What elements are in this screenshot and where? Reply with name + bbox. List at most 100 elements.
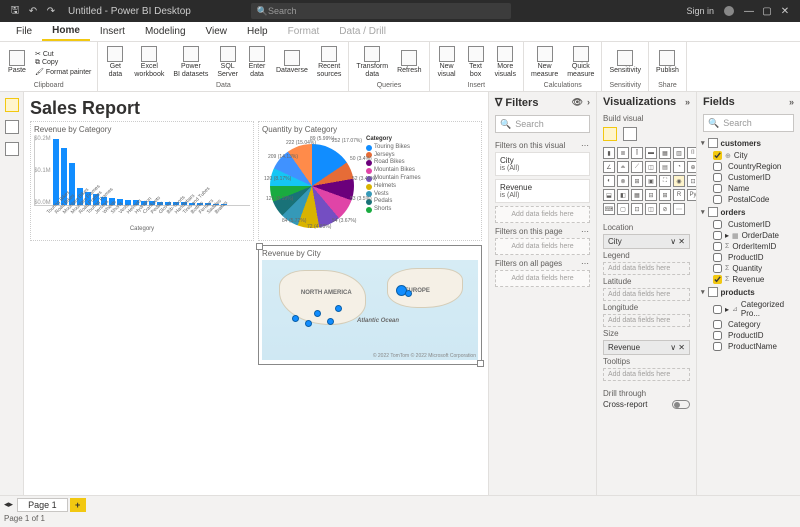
viz-type-29[interactable]: ▢ xyxy=(617,203,629,215)
menu-view[interactable]: View xyxy=(196,23,238,40)
bucket-longitude-empty[interactable]: Add data fields here xyxy=(603,314,690,327)
viz-type-22[interactable]: ◧ xyxy=(617,189,629,201)
format-painter-button[interactable]: 🖌 Format painter xyxy=(35,68,91,76)
viz-type-2[interactable]: ⫿ xyxy=(631,147,643,159)
filter-card-city[interactable]: Cityis (All) xyxy=(495,152,590,176)
close-icon[interactable]: ✕ xyxy=(776,2,794,20)
viz-type-3[interactable]: ▬ xyxy=(645,147,657,159)
data-view-icon[interactable] xyxy=(5,120,19,134)
viz-type-18[interactable]: ⛶ xyxy=(659,175,671,187)
viz-type-24[interactable]: ⊟ xyxy=(645,189,657,201)
visual-bar-revenue[interactable]: Revenue by Category $0.2M$0.1M$0.0M Tour… xyxy=(30,121,254,241)
legend-item[interactable]: Road Bikes xyxy=(366,159,421,167)
get-data-button[interactable]: Getdata xyxy=(102,44,128,80)
field-ProductName[interactable]: ProductName xyxy=(701,341,796,352)
legend-item[interactable]: Pedals xyxy=(366,198,421,206)
legend-item[interactable]: Shorts xyxy=(366,206,421,214)
table-customers[interactable]: customers xyxy=(701,136,796,150)
report-view-icon[interactable] xyxy=(5,98,19,112)
more-icon[interactable]: ⋯ xyxy=(581,141,590,150)
paste-button[interactable]: Paste xyxy=(4,48,30,77)
viz-type-9[interactable]: ⟋ xyxy=(631,161,643,173)
viz-type-25[interactable]: ⊞ xyxy=(659,189,671,201)
legend-item[interactable]: Helmets xyxy=(366,183,421,191)
cut-button[interactable]: ✂ Cut xyxy=(35,50,91,58)
viz-type-4[interactable]: ▦ xyxy=(659,147,671,159)
field-CountryRegion[interactable]: CountryRegion xyxy=(701,161,796,172)
publish-button[interactable]: Publish xyxy=(653,48,682,77)
sql-server-button[interactable]: SQLServer xyxy=(214,44,241,80)
field-Quantity[interactable]: Σ Quantity xyxy=(701,263,796,274)
bar[interactable] xyxy=(53,139,59,205)
menu-data-drill[interactable]: Data / Drill xyxy=(329,23,396,40)
excel-workbook-button[interactable]: Excelworkbook xyxy=(131,44,167,80)
viz-type-19[interactable]: ◉ xyxy=(673,175,685,187)
bucket-location[interactable]: City∨ ✕ xyxy=(603,234,690,249)
undo-icon[interactable]: ↶ xyxy=(24,2,42,20)
add-page-button[interactable]: + xyxy=(70,498,86,512)
field-CustomerID[interactable]: CustomerID xyxy=(701,172,796,183)
viz-type-14[interactable]: ◐ xyxy=(603,175,615,187)
minimize-icon[interactable]: — xyxy=(740,2,758,20)
new-measure-button[interactable]: Newmeasure xyxy=(528,44,561,80)
menu-insert[interactable]: Insert xyxy=(90,23,135,40)
report-canvas[interactable]: Sales Report Revenue by Category $0.2M$0… xyxy=(24,92,488,495)
recent-sources-button[interactable]: Recentsources xyxy=(314,44,345,80)
page-tab-1[interactable]: Page 1 xyxy=(17,498,68,512)
build-tab-icon[interactable] xyxy=(603,127,617,141)
filters-search[interactable]: 🔍 Search xyxy=(495,115,590,133)
table-products[interactable]: products xyxy=(701,285,796,299)
viz-type-31[interactable]: ◫ xyxy=(645,203,657,215)
transform-data-button[interactable]: Transformdata xyxy=(353,44,391,80)
avatar[interactable] xyxy=(724,6,734,16)
viz-type-32[interactable]: ⊘ xyxy=(659,203,671,215)
viz-type-6[interactable]: ⌷ xyxy=(687,147,696,159)
new-visual-button[interactable]: Newvisual xyxy=(434,44,460,80)
title-search[interactable]: 🔍 Search xyxy=(251,3,511,19)
bucket-latitude-empty[interactable]: Add data fields here xyxy=(603,288,690,301)
viz-type-10[interactable]: ◫ xyxy=(645,161,657,173)
bucket-legend-empty[interactable]: Add data fields here xyxy=(603,262,690,275)
field-PostalCode[interactable]: PostalCode xyxy=(701,194,796,205)
legend-item[interactable]: Touring Bikes xyxy=(366,144,421,152)
menu-format[interactable]: Format xyxy=(278,23,330,40)
redo-icon[interactable]: ↷ xyxy=(42,2,60,20)
viz-type-28[interactable]: ⌨ xyxy=(603,203,615,215)
field-CustomerID[interactable]: CustomerID xyxy=(701,219,796,230)
field-Category[interactable]: Category xyxy=(701,319,796,330)
viz-type-26[interactable]: R xyxy=(673,189,685,201)
eye-icon[interactable]: 👁 xyxy=(572,97,583,108)
text-box-button[interactable]: Textbox xyxy=(463,44,489,80)
viz-type-5[interactable]: ▥ xyxy=(673,147,685,159)
table-orders[interactable]: orders xyxy=(701,205,796,219)
maximize-icon[interactable]: ▢ xyxy=(758,2,776,20)
tab-nav-next[interactable]: ▸ xyxy=(9,499,14,510)
field-Categorized Pro...[interactable]: ▸ ⊿ Categorized Pro... xyxy=(701,299,796,319)
collapse-icon[interactable]: › xyxy=(587,97,590,108)
copy-button[interactable]: ⧉ Copy xyxy=(35,59,91,67)
field-City[interactable]: ⊕ City xyxy=(701,150,796,161)
signin-link[interactable]: Sign in xyxy=(686,6,714,16)
viz-type-15[interactable]: ⊗ xyxy=(617,175,629,187)
viz-type-12[interactable]: ◔ xyxy=(673,161,685,173)
enter-data-button[interactable]: Enterdata xyxy=(244,44,270,80)
model-view-icon[interactable] xyxy=(5,142,19,156)
refresh-button[interactable]: Refresh xyxy=(394,48,425,77)
viz-type-27[interactable]: Py xyxy=(687,189,696,201)
viz-type-1[interactable]: ≣ xyxy=(617,147,629,159)
field-Name[interactable]: Name xyxy=(701,183,796,194)
quick-measure-button[interactable]: Quickmeasure xyxy=(564,44,597,80)
viz-type-7[interactable]: ∠ xyxy=(603,161,615,173)
dataverse-button[interactable]: Dataverse xyxy=(273,48,311,77)
save-icon[interactable]: 🖫 xyxy=(6,2,24,20)
field-ProductID[interactable]: ProductID xyxy=(701,252,796,263)
legend-item[interactable]: Vests xyxy=(366,191,421,199)
viz-type-21[interactable]: ⬓ xyxy=(603,189,615,201)
viz-type-23[interactable]: ▦ xyxy=(631,189,643,201)
bucket-tooltips-empty[interactable]: Add data fields here xyxy=(603,368,690,381)
sensitivity-button[interactable]: Sensitivity xyxy=(606,48,644,77)
map-area[interactable]: NORTH AMERICA EUROPE Atlantic Ocean © 20… xyxy=(262,260,478,360)
menu-modeling[interactable]: Modeling xyxy=(135,23,196,40)
filter-well-page[interactable]: Add data fields here xyxy=(495,238,590,255)
visual-pie-quantity[interactable]: Quantity by Category 252 (17.07%)50 (3.4… xyxy=(258,121,482,241)
